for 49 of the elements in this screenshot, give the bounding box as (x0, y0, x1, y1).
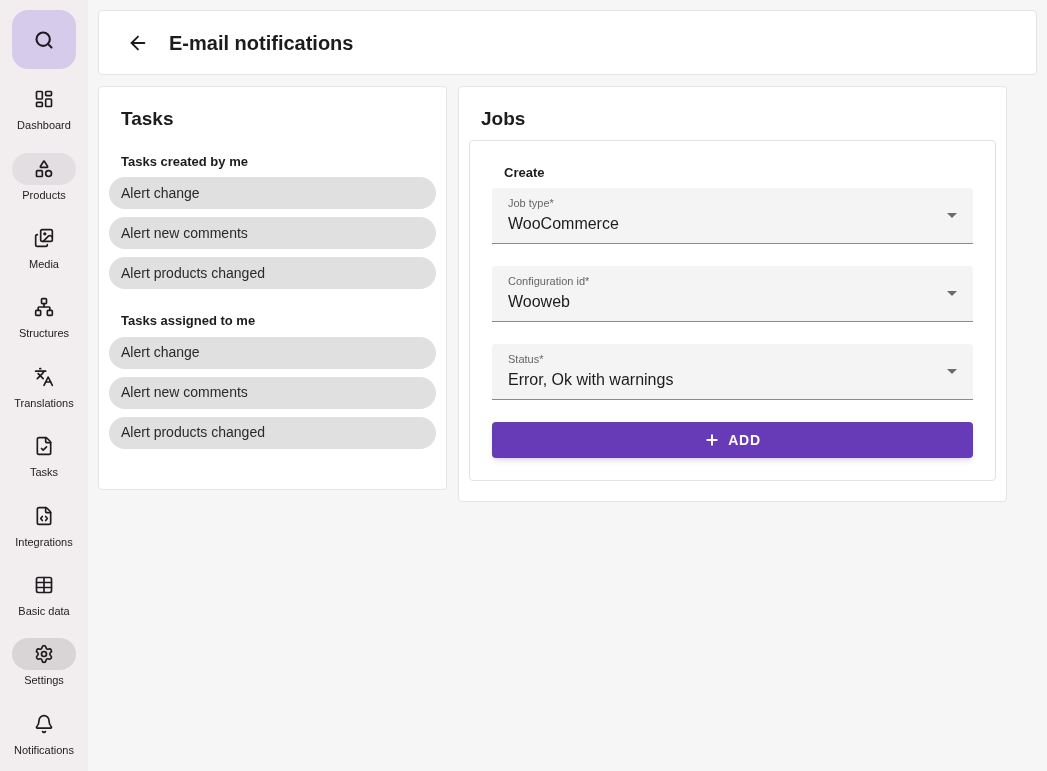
nav-label[interactable]: Basic data (18, 602, 70, 619)
search-icon (34, 29, 54, 50)
field-label: Job type* (508, 196, 555, 212)
field-value: WooCommerce (508, 213, 620, 234)
card-title: Jobs (480, 107, 527, 131)
code-document-icon (34, 505, 54, 526)
dropdown-caret-icon (947, 291, 957, 296)
shapes-icon (34, 158, 54, 179)
dropdown-caret-icon (947, 213, 957, 218)
field-value: Wooweb (508, 291, 571, 312)
group-title: Tasks created by me (120, 152, 249, 171)
table-icon (34, 574, 54, 595)
translate-icon (34, 366, 54, 387)
section-title: Create (503, 163, 546, 182)
nav-label[interactable]: Products (22, 186, 66, 203)
card-title: Tasks (120, 107, 175, 131)
task-chip[interactable]: Alert change (109, 336, 436, 369)
nav-label[interactable]: Media (29, 256, 59, 273)
hierarchy-icon (34, 297, 54, 318)
field-value: Error, Ok with warnings (508, 369, 675, 390)
dashboard-icon (34, 89, 54, 110)
select-field[interactable]: Configuration id* Wooweb (492, 266, 973, 322)
bell-icon (34, 713, 54, 734)
images-icon (34, 228, 54, 249)
task-chip[interactable]: Alert new comments (109, 376, 436, 409)
nav-label[interactable]: Notifications (14, 741, 74, 758)
search-button[interactable] (12, 10, 76, 70)
add-button[interactable]: ADD (492, 422, 973, 458)
nav-label[interactable]: Translations (14, 394, 74, 411)
nav-label[interactable]: Settings (24, 672, 64, 689)
nav-label[interactable]: Tasks (29, 464, 59, 481)
settings-icon (34, 644, 54, 665)
task-chip[interactable]: Alert products changed (109, 257, 436, 289)
page-title: E-mail notifications (169, 30, 354, 56)
nav-button[interactable] (12, 152, 76, 185)
task-chip[interactable]: Alert change (109, 177, 436, 209)
nav-label[interactable]: Dashboard (17, 117, 71, 134)
task-chip[interactable]: Alert products changed (109, 416, 436, 449)
group-title: Tasks assigned to me (120, 312, 257, 330)
field-label: Configuration id* (508, 274, 591, 290)
nav-button[interactable] (12, 638, 76, 671)
select-field[interactable]: Status* Error, Ok with warnings (492, 344, 973, 400)
nav-label[interactable]: Structures (18, 325, 70, 342)
select-field[interactable]: Job type* WooCommerce (492, 188, 973, 244)
field-label: Status* (508, 352, 545, 368)
dropdown-caret-icon (947, 369, 957, 374)
nav-label[interactable]: Integrations (15, 533, 73, 550)
task-chip[interactable]: Alert new comments (109, 217, 436, 249)
document-check-icon (34, 436, 54, 457)
